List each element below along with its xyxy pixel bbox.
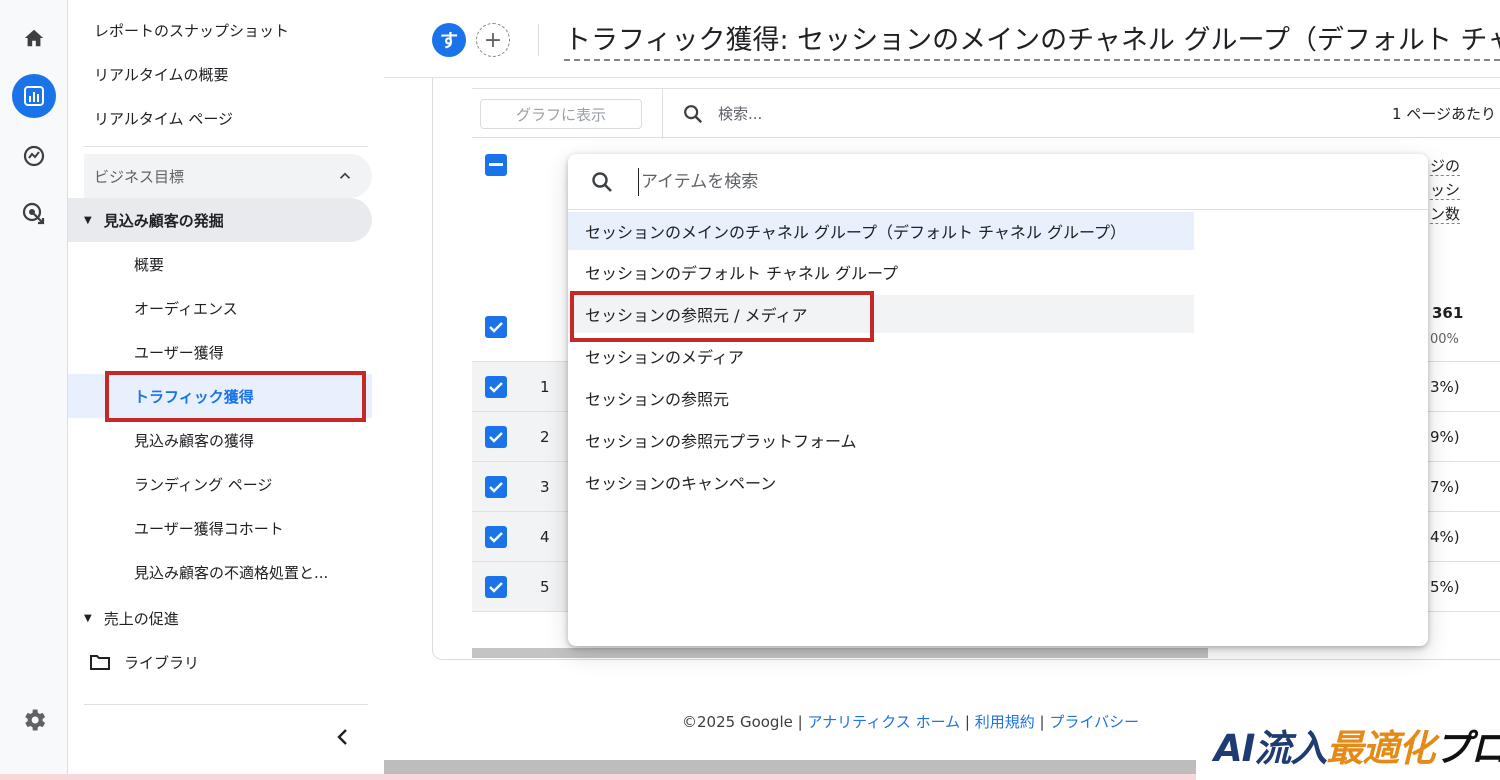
dropdown-option-source-platform[interactable]: セッションの参照元プラットフォーム [568,421,1194,459]
dropdown-option-source[interactable]: セッションの参照元 [568,379,1194,417]
check-icon [489,582,503,593]
select-all-checkbox[interactable] [485,154,507,176]
row-checkbox[interactable] [485,576,507,598]
check-icon [489,382,503,393]
footer-link-privacy[interactable]: プライバシー [1049,713,1139,731]
page-title[interactable]: トラフィック獲得: セッションのメインのチャネル グループ（デフォルト チャ [564,18,1500,61]
dimension-dropdown: セッションのメインのチャネル グループ（デフォルト チャネル グループ） セッシ… [568,154,1428,646]
total-percent: 00% [1430,332,1459,347]
nav-item-traffic-acquisition[interactable]: トラフィック獲得 [68,374,372,418]
nav-item-lead-acquisition[interactable]: 見込み顧客の獲得 [68,418,372,462]
caret-down-icon: ▼ [84,612,92,624]
nav-item-snapshot[interactable]: レポートのスナップショット [68,8,372,52]
chevron-up-icon [339,172,351,179]
footer-separator: | [964,713,970,731]
subsection-label: 売上の促進 [103,609,179,628]
folder-icon [90,655,110,670]
library-label: ライブラリ [124,653,200,672]
page-footer: ©2025 Google | アナリティクス ホーム | 利用規約 | プライバ… [682,711,1139,732]
row-checkbox[interactable] [485,476,507,498]
nav-item-user-acquisition[interactable]: ユーザー獲得 [68,330,372,374]
dropdown-search-input[interactable] [638,168,1338,196]
column-header-line: ッシ [1430,181,1461,200]
subsection-label: 見込み顧客の発掘 [103,211,224,230]
rows-per-page-label: 1 ページあたり [1392,105,1497,123]
footer-link-terms[interactable]: 利用規約 [975,713,1035,731]
column-header-line: ジの [1430,157,1461,176]
search-icon [592,172,612,192]
nav-divider [84,146,368,147]
row-percent: 3%) [1430,378,1460,396]
add-comparison-button[interactable]: + [476,23,510,57]
row-index: 2 [540,428,550,446]
row-index: 5 [540,578,550,596]
reports-icon[interactable] [12,74,56,118]
section-business-objectives[interactable]: ビジネス目標 [84,154,372,198]
table-toolbar: グラフに表示 検索... 1 ページあたり [472,88,1500,139]
row-index: 3 [540,478,550,496]
section-label: ビジネス目標 [94,167,185,186]
subsection-drive-sales[interactable]: ▼ 売上の促進 [68,596,372,640]
subsection-lead-generation[interactable]: ▼ 見込み顧客の発掘 [68,198,372,242]
check-icon [489,432,503,443]
footer-copyright: ©2025 Google | [682,713,803,731]
column-header-line: ン数 [1430,205,1461,224]
check-icon [489,482,503,493]
nav-item-acquisition-cohort[interactable]: ユーザー獲得コホート [68,506,372,550]
search-icon [684,105,703,124]
advertising-icon[interactable] [12,192,56,236]
nav-item-overview[interactable]: 概要 [68,242,372,286]
caret-down-icon: ▼ [84,214,92,226]
table-search-input[interactable]: 検索... [718,103,762,124]
report-header: す + トラフィック獲得: セッションのメインのチャネル グループ（デフォルト … [384,0,1500,78]
dropdown-option-default-channel-group[interactable]: セッションのデフォルト チャネル グループ [568,253,1194,291]
plot-rows-button[interactable]: グラフに表示 [480,99,642,129]
row-percent: 9%) [1430,428,1460,446]
footer-separator: | [1039,713,1045,731]
row-index: 1 [540,378,550,396]
total-value: 361 [1432,304,1464,322]
header-divider [538,24,539,56]
row-percent: 4%) [1430,528,1460,546]
row-checkbox[interactable] [485,526,507,548]
row-checkbox[interactable] [485,376,507,398]
collapse-nav-button[interactable] [330,722,354,752]
footer-link-analytics-home[interactable]: アナリティクス ホーム [807,713,960,731]
table-horizontal-scrollbar[interactable] [472,648,1208,658]
settings-icon[interactable] [20,706,48,738]
dropdown-option-source-medium[interactable]: セッションの参照元 / メディア [568,295,1194,333]
nav-item-audience[interactable]: オーディエンス [68,286,372,330]
totals-checkbox[interactable] [485,316,507,338]
chevron-left-icon [337,729,347,745]
minus-icon [489,163,503,166]
logo-part: プロ [1434,727,1500,770]
row-percent: 5%) [1430,578,1460,596]
report-nav: レポートのスナップショット リアルタイムの概要 リアルタイム ページ ビジネス目… [68,0,384,780]
check-icon [489,532,503,543]
dropdown-search-bar [568,154,1428,210]
toolbar-divider [662,89,663,139]
dropdown-option-medium[interactable]: セッションのメディア [568,337,1194,375]
row-checkbox[interactable] [485,426,507,448]
icon-rail [0,0,68,780]
nav-item-realtime-overview[interactable]: リアルタイムの概要 [68,52,372,96]
column-header-sessions[interactable]: ジの ッシ ン数 [1430,154,1461,226]
logo-part: AI流入 [1214,727,1327,770]
row-percent: 7%) [1430,478,1460,496]
nav-item-realtime-pages[interactable]: リアルタイム ページ [68,96,372,140]
nav-item-landing-page[interactable]: ランディング ページ [68,462,372,506]
dropdown-option-campaign[interactable]: セッションのキャンペーン [568,463,1194,501]
explore-icon[interactable] [12,134,56,178]
check-icon [489,322,503,333]
dropdown-option-primary-channel-group[interactable]: セッションのメインのチャネル グループ（デフォルト チャネル グループ） [568,212,1194,250]
logo-part: 最適化 [1326,727,1435,770]
nav-item-library[interactable]: ライブラリ [90,640,199,684]
nav-divider [84,704,368,705]
nav-item-lead-disqualification[interactable]: 見込み顧客の不適格処置と... [68,550,372,594]
home-icon[interactable] [12,16,56,60]
comparison-avatar[interactable]: す [432,23,466,57]
row-index: 4 [540,528,550,546]
brand-logo-watermark: AI流入 最適化 プロ [1196,710,1500,780]
